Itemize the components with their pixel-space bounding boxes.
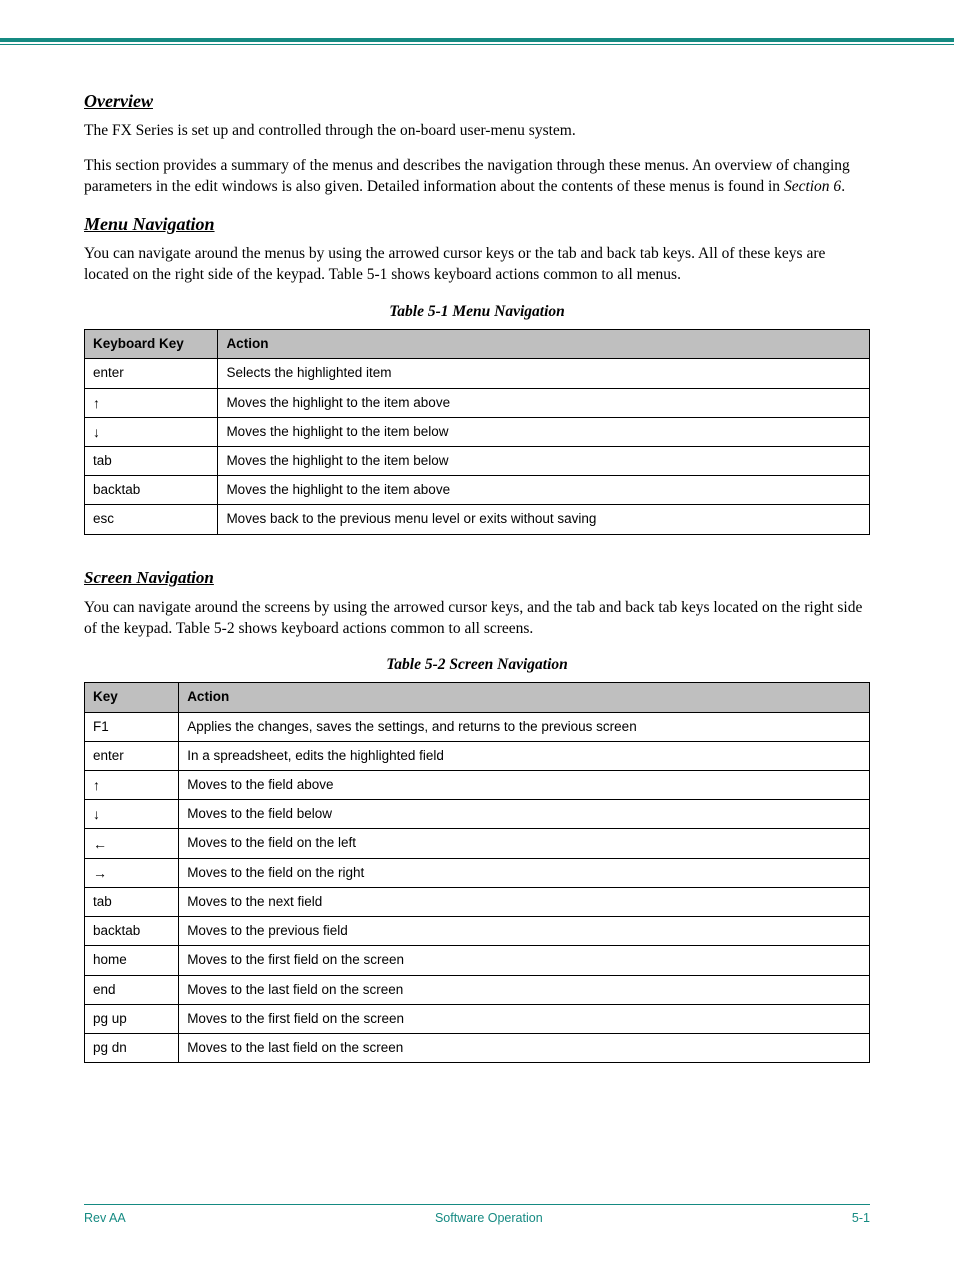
heading-overview: Overview (84, 89, 870, 113)
arrow-down-icon: ↓ (85, 417, 218, 446)
t2-r4-act: Moves to the field on the left (179, 829, 870, 858)
t2-head-key: Key (85, 683, 179, 712)
footer-center: Software Operation (435, 1211, 543, 1225)
t2-r7-act: Moves to the previous field (179, 917, 870, 946)
t1-r4-act: Moves the highlight to the item above (218, 476, 870, 505)
t1-head-action: Action (218, 330, 870, 359)
table-row: pg upMoves to the first field on the scr… (85, 1004, 870, 1033)
overview-p2-link: Section 6 (784, 178, 841, 195)
t2-r0-key: F1 (85, 712, 179, 741)
table-row: ←Moves to the field on the left (85, 829, 870, 858)
t1-r3-key: tab (85, 447, 218, 476)
t2-r6-act: Moves to the next field (179, 887, 870, 916)
overview-p1: The FX Series is set up and controlled t… (84, 121, 870, 142)
t2-r1-act: In a spreadsheet, edits the highlighted … (179, 741, 870, 770)
table-row: F1Applies the changes, saves the setting… (85, 712, 870, 741)
t2-r7-key: backtab (85, 917, 179, 946)
table-row: escMoves back to the previous menu level… (85, 505, 870, 534)
t2-r0-act: Applies the changes, saves the settings,… (179, 712, 870, 741)
t1-r5-key: esc (85, 505, 218, 534)
t2-r2-act: Moves to the field above (179, 771, 870, 800)
t1-r2-act: Moves the highlight to the item below (218, 417, 870, 446)
t2-r8-act: Moves to the first field on the screen (179, 946, 870, 975)
table-row: enterSelects the highlighted item (85, 359, 870, 388)
arrow-left-icon: ← (85, 829, 179, 858)
t2-r10-act: Moves to the first field on the screen (179, 1004, 870, 1033)
t2-r9-act: Moves to the last field on the screen (179, 975, 870, 1004)
table-row: tabMoves to the next field (85, 887, 870, 916)
table1-caption: Table 5-1 Menu Navigation (84, 302, 870, 323)
t1-r0-key: enter (85, 359, 218, 388)
t2-r5-act: Moves to the field on the right (179, 858, 870, 887)
t1-head-key: Keyboard Key (85, 330, 218, 359)
table-row: ↑Moves the highlight to the item above (85, 388, 870, 417)
footer-rule (84, 1204, 870, 1205)
table-row: ↓Moves the highlight to the item below (85, 417, 870, 446)
overview-p2-b: . (841, 178, 845, 195)
table-row: →Moves to the field on the right (85, 858, 870, 887)
overview-p2-a: This section provides a summary of the m… (84, 157, 850, 195)
t1-r0-act: Selects the highlighted item (218, 359, 870, 388)
arrow-right-icon: → (85, 858, 179, 887)
t2-r3-act: Moves to the field below (179, 800, 870, 829)
screen-nav-p1: You can navigate around the screens by u… (84, 598, 870, 640)
t1-r4-key: backtab (85, 476, 218, 505)
t2-r1-key: enter (85, 741, 179, 770)
t1-r1-act: Moves the highlight to the item above (218, 388, 870, 417)
footer-left: Rev AA (84, 1211, 126, 1225)
heading-menu-nav: Menu Navigation (84, 212, 870, 236)
table-row: tabMoves the highlight to the item below (85, 447, 870, 476)
t2-r8-key: home (85, 946, 179, 975)
t2-r6-key: tab (85, 887, 179, 916)
table-screen-navigation: Key Action F1Applies the changes, saves … (84, 682, 870, 1063)
table-row: enterIn a spreadsheet, edits the highlig… (85, 741, 870, 770)
page-content: Overview The FX Series is set up and con… (0, 45, 954, 1063)
overview-p2: This section provides a summary of the m… (84, 156, 870, 198)
table-row: pg dnMoves to the last field on the scre… (85, 1033, 870, 1062)
t2-r10-key: pg up (85, 1004, 179, 1033)
table-row: backtabMoves to the previous field (85, 917, 870, 946)
t2-r11-act: Moves to the last field on the screen (179, 1033, 870, 1062)
table-menu-navigation: Keyboard Key Action enterSelects the hig… (84, 329, 870, 535)
table2-caption: Table 5-2 Screen Navigation (84, 655, 870, 676)
table-row: backtabMoves the highlight to the item a… (85, 476, 870, 505)
heading-screen-nav: Screen Navigation (84, 567, 870, 590)
menu-nav-p1: You can navigate around the menus by usi… (84, 244, 870, 286)
footer-right: 5-1 (852, 1211, 870, 1225)
table-row: homeMoves to the first field on the scre… (85, 946, 870, 975)
t2-head-action: Action (179, 683, 870, 712)
table-row: endMoves to the last field on the screen (85, 975, 870, 1004)
table-row: ↑Moves to the field above (85, 771, 870, 800)
top-rule-thick (0, 38, 954, 42)
t2-r11-key: pg dn (85, 1033, 179, 1062)
table-row: ↓Moves to the field below (85, 800, 870, 829)
arrow-up-icon: ↑ (85, 388, 218, 417)
t2-r9-key: end (85, 975, 179, 1004)
arrow-down-icon: ↓ (85, 800, 179, 829)
t1-r3-act: Moves the highlight to the item below (218, 447, 870, 476)
arrow-up-icon: ↑ (85, 771, 179, 800)
t1-r5-act: Moves back to the previous menu level or… (218, 505, 870, 534)
page-footer: Rev AA Software Operation 5-1 (0, 1204, 954, 1225)
